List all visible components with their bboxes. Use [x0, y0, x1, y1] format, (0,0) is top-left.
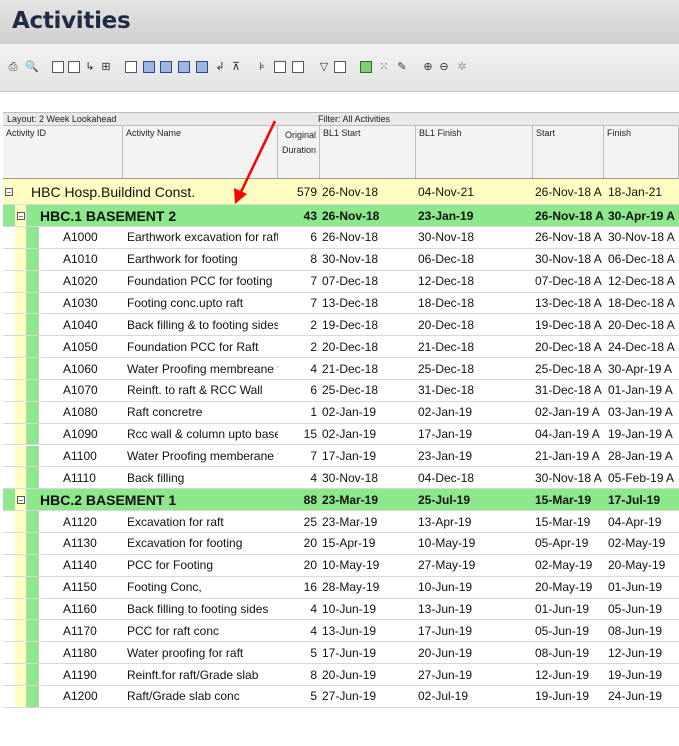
annotation-arrow — [234, 120, 277, 204]
annotation-arrow-line — [238, 120, 277, 195]
